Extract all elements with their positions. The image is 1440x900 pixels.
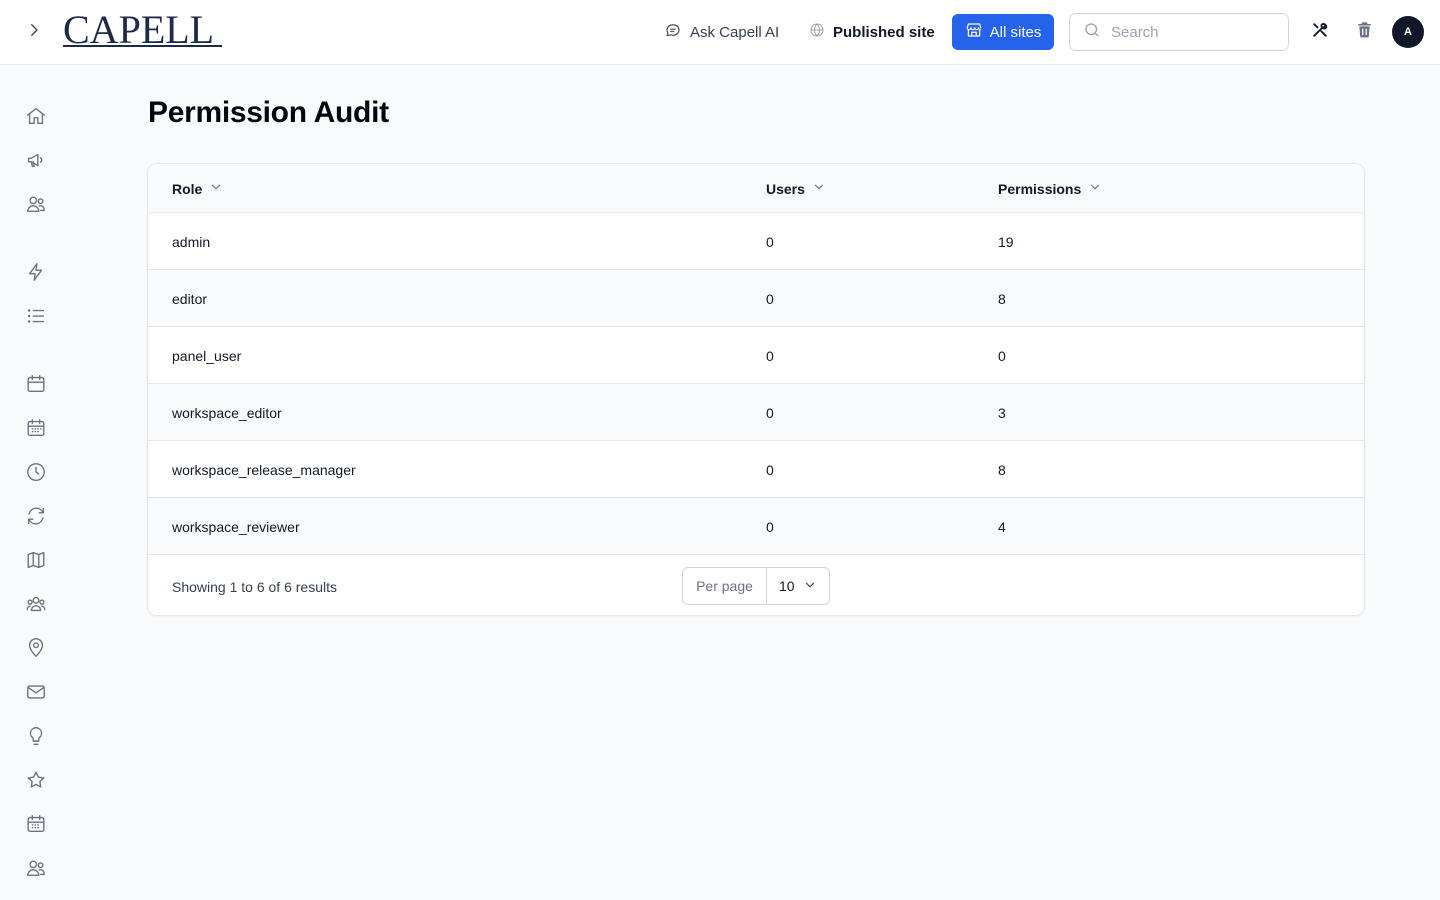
- permissions-cell: 4: [998, 518, 1006, 535]
- all-sites-label: All sites: [989, 23, 1042, 41]
- column-label: Users: [766, 180, 805, 197]
- trash-icon: [1355, 20, 1374, 44]
- users-icon[interactable]: [24, 192, 48, 216]
- refresh-icon[interactable]: [24, 504, 48, 528]
- map-icon[interactable]: [24, 548, 48, 572]
- chevron-down-icon: [812, 180, 826, 197]
- column-header-permissions[interactable]: Permissions: [998, 164, 1102, 213]
- table-row[interactable]: panel_user 0 0: [148, 327, 1364, 384]
- star-icon[interactable]: [24, 768, 48, 792]
- tools-button[interactable]: [1308, 20, 1332, 44]
- lightbulb-icon[interactable]: [24, 724, 48, 748]
- lightning-icon[interactable]: [24, 260, 48, 284]
- per-page-value: 10: [779, 578, 795, 594]
- top-bar: CAPELL Ask Capell AI Published site All …: [0, 0, 1440, 65]
- role-cell: editor: [172, 290, 208, 307]
- permissions-cell: 8: [998, 290, 1006, 307]
- permissions-cell: 8: [998, 461, 1006, 478]
- table-row[interactable]: workspace_reviewer 0 4: [148, 498, 1364, 555]
- column-header-users[interactable]: Users: [766, 164, 826, 213]
- table-row[interactable]: editor 0 8: [148, 270, 1364, 327]
- wrench-screwdriver-icon: [1310, 20, 1330, 45]
- megaphone-icon[interactable]: [24, 148, 48, 172]
- user-group-icon[interactable]: [24, 592, 48, 616]
- expand-sidebar-button[interactable]: [22, 20, 46, 44]
- users-cell: 0: [766, 290, 774, 307]
- table-row[interactable]: workspace_release_manager 0 8: [148, 441, 1364, 498]
- pagination-footer: Showing 1 to 6 of 6 results Per page 10: [148, 556, 1364, 615]
- chevron-down-icon: [803, 578, 817, 595]
- building-storefront-icon: [965, 21, 983, 43]
- logo-underline: [63, 45, 222, 47]
- permissions-cell: 19: [998, 233, 1014, 250]
- globe-icon: [809, 22, 825, 42]
- envelope-icon[interactable]: [24, 680, 48, 704]
- calendar-icon[interactable]: [24, 372, 48, 396]
- ask-ai-label: Ask Capell AI: [690, 23, 780, 41]
- trash-button[interactable]: [1352, 20, 1376, 44]
- per-page-select[interactable]: 10: [767, 568, 829, 604]
- users-cell: 0: [766, 461, 774, 478]
- users-cell: 0: [766, 347, 774, 364]
- map-pin-icon[interactable]: [24, 636, 48, 660]
- chat-bubble-icon: [664, 21, 682, 43]
- results-count: Showing 1 to 6 of 6 results: [172, 578, 337, 595]
- per-page-control: Per page 10: [682, 567, 830, 605]
- role-cell: workspace_release_manager: [172, 461, 356, 478]
- chevron-right-icon: [25, 21, 43, 44]
- column-header-role[interactable]: Role: [172, 164, 223, 213]
- avatar[interactable]: A: [1392, 16, 1424, 48]
- users-cell: 0: [766, 233, 774, 250]
- role-cell: workspace_reviewer: [172, 518, 300, 535]
- table-header: Role Users Permissions: [148, 164, 1364, 213]
- search-icon: [1083, 21, 1101, 44]
- chevron-down-icon: [209, 180, 223, 197]
- column-label: Permissions: [998, 180, 1082, 197]
- column-label: Role: [172, 180, 203, 197]
- calendar-grid-icon[interactable]: [24, 416, 48, 440]
- permissions-cell: 3: [998, 404, 1006, 421]
- permission-table: Role Users Permissions admin 0 19 editor…: [147, 163, 1365, 616]
- published-site-label: Published site: [833, 23, 935, 41]
- role-cell: admin: [172, 233, 211, 250]
- list-icon[interactable]: [24, 304, 48, 328]
- search-box[interactable]: [1069, 13, 1289, 51]
- ask-ai-button[interactable]: Ask Capell AI: [664, 18, 779, 46]
- all-sites-button[interactable]: All sites: [952, 14, 1054, 50]
- clock-icon[interactable]: [24, 460, 48, 484]
- users-cell: 0: [766, 404, 774, 421]
- users-cell: 0: [766, 518, 774, 535]
- home-icon[interactable]: [24, 104, 48, 128]
- page-title: Permission Audit: [148, 96, 389, 129]
- permissions-cell: 0: [998, 347, 1006, 364]
- role-cell: panel_user: [172, 347, 242, 364]
- search-input[interactable]: [1111, 23, 1271, 41]
- table-row[interactable]: workspace_editor 0 3: [148, 384, 1364, 441]
- table-row[interactable]: admin 0 19: [148, 213, 1364, 270]
- users-alt-icon[interactable]: [24, 856, 48, 880]
- chevron-down-icon: [1088, 180, 1102, 197]
- role-cell: workspace_editor: [172, 404, 282, 421]
- calendar-days-icon[interactable]: [24, 812, 48, 836]
- per-page-label: Per page: [683, 568, 767, 604]
- published-site-link[interactable]: Published site: [809, 18, 935, 46]
